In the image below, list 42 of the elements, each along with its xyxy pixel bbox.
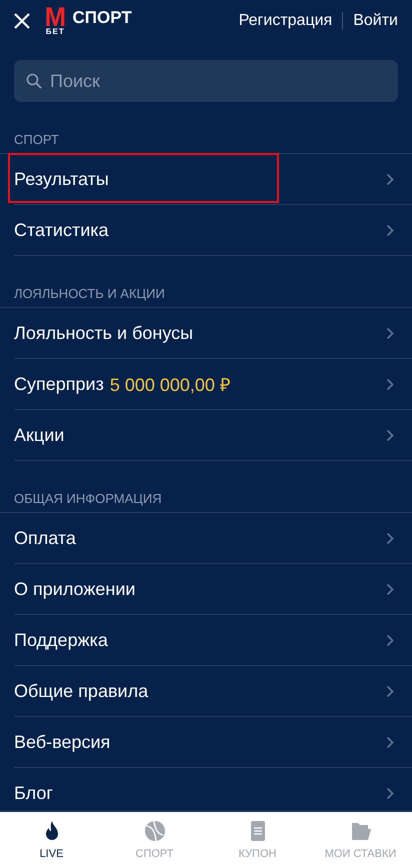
chevron-right-icon [386, 378, 394, 390]
menu-item[interactable]: О приложении [14, 564, 412, 615]
menu-item[interactable]: Результаты [14, 154, 412, 205]
header-link[interactable]: Войти [342, 12, 398, 30]
menu-item[interactable]: Акции [14, 410, 412, 461]
menu-item[interactable]: Лояльность и бонусы [14, 308, 412, 359]
menu-item-label: Статистика [14, 220, 109, 240]
menu-item-label: Оплата [14, 528, 76, 548]
chevron-right-icon [386, 224, 394, 236]
close-icon[interactable] [14, 13, 30, 29]
chevron-right-icon [386, 736, 394, 748]
menu-item-label: Лояльность и бонусы [14, 322, 194, 344]
menu-item[interactable]: Суперприз 5 000 000,00 ₽ [14, 359, 412, 410]
search-field[interactable]: Поиск [14, 60, 398, 102]
menu-item[interactable]: Веб-версия [14, 717, 412, 768]
section-title: ЛОЯЛЬНОСТЬ И АКЦИИ [14, 286, 165, 301]
menu-item-label: Блог [14, 782, 53, 804]
chevron-right-icon [386, 786, 394, 800]
menu-item[interactable]: Оплата [14, 513, 412, 564]
section-title: СПОРТ [14, 132, 59, 147]
menu-item[interactable]: Общие правила [14, 666, 412, 717]
menu-item-label: Веб-версия [14, 732, 110, 752]
menu-item-label: Общие правила [14, 680, 148, 702]
chevron-right-icon [386, 634, 394, 646]
chevron-right-icon [386, 428, 394, 442]
header-link[interactable]: Регистрация [228, 12, 342, 30]
menu-item-label: Акции [14, 424, 64, 446]
section-title: ОБЩАЯ ИНФОРМАЦИЯ [14, 491, 162, 506]
menu-item-label: Результаты [14, 168, 109, 190]
menu-item-label: Суперприз [14, 374, 104, 394]
chevron-right-icon [386, 582, 394, 596]
menu-item-label: О приложении [14, 578, 136, 600]
chevron-right-icon [386, 684, 394, 698]
chevron-right-icon [386, 172, 394, 186]
nav-tab[interactable]: LIVE [0, 812, 103, 866]
chevron-right-icon [386, 532, 394, 544]
menu-item[interactable]: Поддержка [14, 615, 412, 666]
menu-item-label: Поддержка [14, 630, 108, 650]
menu-item[interactable]: Статистика [14, 205, 412, 256]
prize-amount: 5 000 000,00 ₽ [110, 374, 230, 396]
ball-icon [142, 818, 166, 842]
chevron-right-icon [386, 326, 394, 340]
